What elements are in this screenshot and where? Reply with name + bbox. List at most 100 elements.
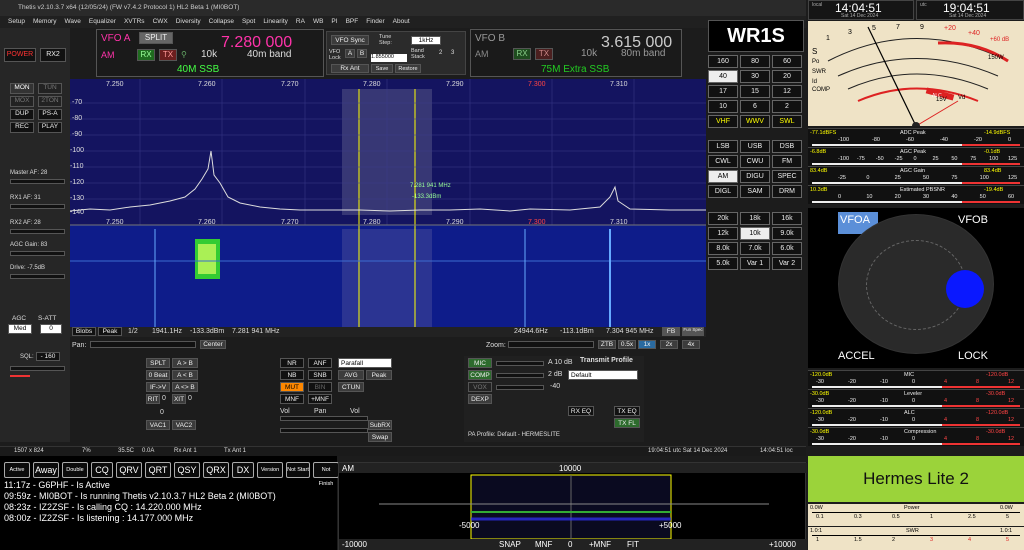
vox-button[interactable]: VOX	[468, 382, 492, 392]
ctun-button[interactable]: CTUN	[338, 382, 364, 392]
chat-button[interactable]: Not Finish	[313, 462, 339, 487]
menu-item[interactable]: XVTRs	[124, 18, 145, 25]
menu-item[interactable]: Collapse	[209, 18, 234, 25]
menu-item[interactable]: Setup	[8, 18, 25, 25]
menu-item[interactable]: Memory	[33, 18, 56, 25]
mic-slider[interactable]	[496, 361, 544, 366]
mode-button[interactable]: SPEC	[772, 170, 802, 183]
menu-item[interactable]: BPF	[346, 18, 359, 25]
band-button[interactable]: WWV	[740, 115, 770, 128]
lock-a-button[interactable]: A	[345, 49, 355, 58]
display-mode-select[interactable]: Parafall	[338, 358, 392, 368]
sql-slider[interactable]	[10, 366, 65, 371]
split-vfo-button[interactable]: SPLT	[146, 358, 170, 368]
drive-slider[interactable]	[10, 274, 65, 279]
ztb-button[interactable]: ZTB	[598, 340, 616, 349]
mode-button[interactable]: DIGU	[740, 170, 770, 183]
b-to-a-button[interactable]: A < B	[172, 370, 198, 380]
play-button[interactable]: PLAY	[38, 122, 62, 133]
filter-button[interactable]: 6.0k	[772, 242, 802, 255]
menu-item[interactable]: Equalizer	[89, 18, 116, 25]
pan-slider[interactable]	[90, 341, 196, 348]
peak-display-button[interactable]: Peak	[366, 370, 392, 380]
swap-ab-button[interactable]: A <> B	[172, 382, 198, 392]
zoom-1x[interactable]: 1x	[638, 340, 656, 349]
chat-button[interactable]: QRT	[145, 462, 171, 478]
rec-button[interactable]: REC	[10, 122, 34, 133]
vfo-a-tx-button[interactable]: TX	[159, 49, 177, 61]
vfob-label[interactable]: VFOB	[958, 214, 988, 226]
fit-button[interactable]: FIT	[627, 540, 639, 549]
nr-button[interactable]: NR	[280, 358, 304, 368]
vac2-button[interactable]: VAC2	[172, 420, 196, 430]
zoom-05x[interactable]: 0.5x	[618, 340, 636, 349]
anf-button[interactable]: ANF	[308, 358, 332, 368]
band-button[interactable]: 30	[740, 70, 770, 83]
xit-value[interactable]: 0	[188, 395, 192, 402]
save-button[interactable]: Save	[371, 64, 393, 73]
mode-button[interactable]: LSB	[708, 140, 738, 153]
nb-button[interactable]: NB	[280, 370, 304, 380]
filter-button[interactable]: 12k	[708, 227, 738, 240]
filter-button[interactable]: Var 1	[740, 257, 770, 270]
mic-button[interactable]: MIC	[468, 358, 492, 368]
filter-button[interactable]: 20k	[708, 212, 738, 225]
blobs-button[interactable]: Blobs	[72, 327, 96, 336]
sql-value[interactable]: - 160	[36, 352, 60, 361]
rit-value[interactable]: 0	[162, 395, 166, 402]
avg-button[interactable]: AVG	[338, 370, 364, 380]
menu-item[interactable]: Wave	[64, 18, 80, 25]
comp-button[interactable]: COMP	[468, 370, 492, 380]
menu-item[interactable]: About	[393, 18, 410, 25]
zoom-2x[interactable]: 2x	[660, 340, 678, 349]
chat-button[interactable]: QRX	[203, 462, 229, 478]
psa-button[interactable]: PS-A	[38, 109, 62, 120]
vac1-button[interactable]: VAC1	[146, 420, 170, 430]
comp-slider[interactable]	[496, 373, 544, 378]
menu-item[interactable]: Finder	[366, 18, 384, 25]
rx2-af-slider[interactable]	[10, 229, 65, 234]
menu-item[interactable]: Diversity	[176, 18, 201, 25]
filter-button[interactable]: 8.0k	[708, 242, 738, 255]
tx-filter-button[interactable]: TX FL	[614, 418, 640, 428]
band-button[interactable]: 20	[772, 70, 802, 83]
tx-eq-button[interactable]: TX EQ	[614, 406, 640, 416]
chat-button[interactable]: QRV	[116, 462, 142, 478]
rx-ant-button[interactable]: Rx Ant	[331, 64, 369, 73]
vfo-knob-panel[interactable]: VFOA VFOB ACCEL LOCK	[808, 208, 1024, 368]
fun-spec-button[interactable]: Fun Spec	[682, 327, 704, 336]
center-button[interactable]: Center	[200, 340, 226, 349]
subrx-button[interactable]: SubRX	[368, 420, 392, 430]
filter-button[interactable]: 9.0k	[772, 227, 802, 240]
mode-button[interactable]: AM	[708, 170, 738, 183]
mode-button[interactable]: DRM	[772, 185, 802, 198]
mon-button[interactable]: MON	[10, 83, 34, 94]
band-button[interactable]: 10	[708, 100, 738, 113]
vfo-b-tx-button[interactable]: TX	[535, 48, 553, 60]
snb-button[interactable]: SNB	[308, 370, 332, 380]
fb-button[interactable]: FB	[662, 327, 680, 336]
agc-gain-slider[interactable]	[10, 251, 65, 256]
bin-button[interactable]: BIN	[308, 382, 332, 392]
menu-item[interactable]: WB	[313, 18, 323, 25]
band-button[interactable]: 60	[772, 55, 802, 68]
panadapter[interactable]: 7.250 7.260 7.270 7.280 7.290 7.300 7.31…	[70, 79, 706, 327]
chat-button[interactable]: Active	[4, 462, 30, 478]
rit-button[interactable]: RIT	[146, 394, 160, 404]
vol-slider[interactable]	[280, 416, 368, 421]
band-button[interactable]: 2	[772, 100, 802, 113]
chat-button[interactable]: Double	[62, 462, 88, 478]
filter-button[interactable]: Var 2	[772, 257, 802, 270]
mox-button[interactable]: MOX	[10, 96, 34, 107]
xit-button[interactable]: XIT	[172, 394, 186, 404]
power-button[interactable]: POWER	[4, 48, 36, 62]
mode-button[interactable]: DSB	[772, 140, 802, 153]
rx2-button[interactable]: RX2	[40, 48, 66, 62]
band-button[interactable]: 80	[740, 55, 770, 68]
master-af-slider[interactable]	[10, 179, 65, 184]
band-button[interactable]: 15	[740, 85, 770, 98]
menu-item[interactable]: Spot	[242, 18, 255, 25]
tun-button[interactable]: TUN	[38, 83, 62, 94]
band-button[interactable]: SWL	[772, 115, 802, 128]
plus-mnf-button[interactable]: +MNF	[308, 394, 332, 404]
